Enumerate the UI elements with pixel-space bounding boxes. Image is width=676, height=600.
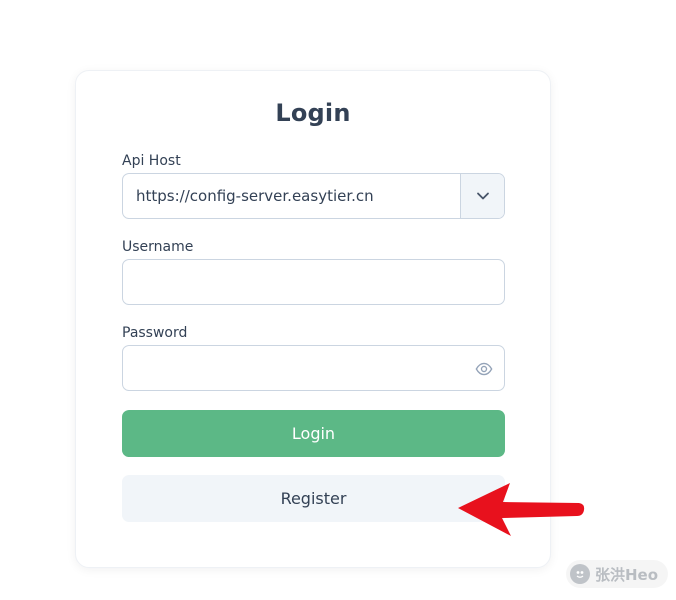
login-button[interactable]: Login: [122, 410, 505, 457]
watermark: 张洪Heo: [566, 560, 668, 588]
page-title: Login: [275, 99, 351, 127]
username-field-wrapper: [122, 259, 505, 305]
chevron-down-icon: [476, 192, 489, 200]
watermark-text: 张洪Heo: [595, 565, 659, 584]
api-host-label: Api Host: [122, 153, 181, 169]
api-host-value: https://config-server.easytier.cn: [136, 187, 374, 205]
username-input[interactable]: [123, 260, 504, 304]
register-button[interactable]: Register: [122, 475, 505, 522]
api-host-select[interactable]: https://config-server.easytier.cn: [122, 173, 505, 219]
page: Login Api Host https://config-server.eas…: [0, 0, 676, 600]
password-field-wrapper: [122, 345, 505, 391]
eye-icon[interactable]: [475, 360, 493, 378]
watermark-logo-icon: [570, 564, 590, 584]
api-host-dropdown-button[interactable]: [460, 174, 504, 218]
password-label: Password: [122, 325, 188, 341]
annotation-arrow-icon: [458, 483, 585, 536]
username-label: Username: [122, 239, 194, 255]
password-input[interactable]: [123, 346, 504, 390]
